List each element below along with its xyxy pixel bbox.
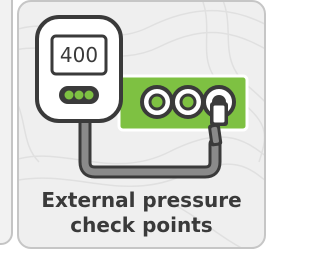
gauge-reading: 400 [60, 43, 98, 67]
probe-connector [208, 102, 228, 147]
previous-tile-edge[interactable] [0, 0, 13, 245]
page: 400 External pressure check points [0, 0, 266, 261]
external-pressure-check-points-tile[interactable]: 400 External pressure check points [17, 0, 266, 249]
tile-title-line-1: External pressure [41, 188, 242, 212]
pressure-gauge-icon: 400 [35, 15, 123, 123]
tile-title-line-2: check points [70, 213, 213, 237]
tile-title: External pressure check points [19, 188, 264, 238]
